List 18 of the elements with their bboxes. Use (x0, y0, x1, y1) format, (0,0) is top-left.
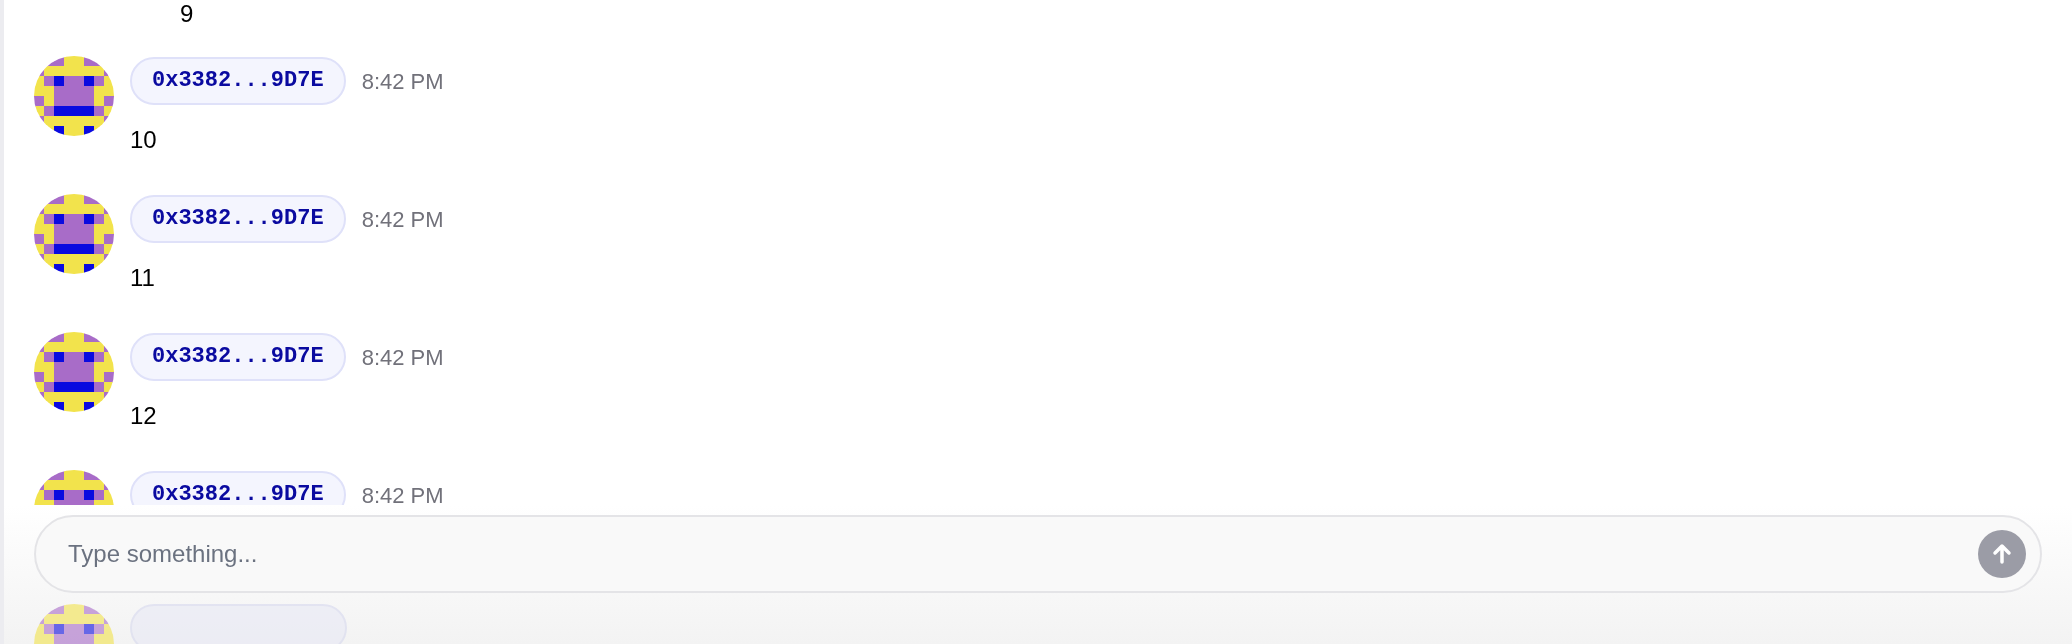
arrow-up-icon (1990, 542, 2014, 566)
message-field[interactable]: Type something... (34, 515, 2042, 593)
avatar-icon (34, 194, 114, 274)
message-text: 11 (130, 264, 156, 292)
message-time: 8:42 PM (361, 205, 444, 234)
address-badge[interactable]: 0x3382...9D7E (130, 471, 346, 505)
send-button[interactable] (1978, 530, 2026, 578)
address-badge[interactable]: 0x3382...9D7E (130, 57, 346, 105)
avatar-icon (34, 332, 114, 412)
address-badge[interactable]: 0x3382...9D7E (130, 195, 346, 243)
message-text: 9 (180, 0, 195, 28)
avatar-icon (34, 56, 114, 136)
message-time: 8:42 PM (361, 343, 444, 372)
message-time: 8:42 PM (361, 67, 444, 96)
message-text: 10 (130, 126, 158, 154)
message-text: 12 (130, 402, 158, 430)
address-badge[interactable]: 0x3382...9D7E (130, 333, 346, 381)
message-time: 8:42 PM (361, 481, 444, 505)
